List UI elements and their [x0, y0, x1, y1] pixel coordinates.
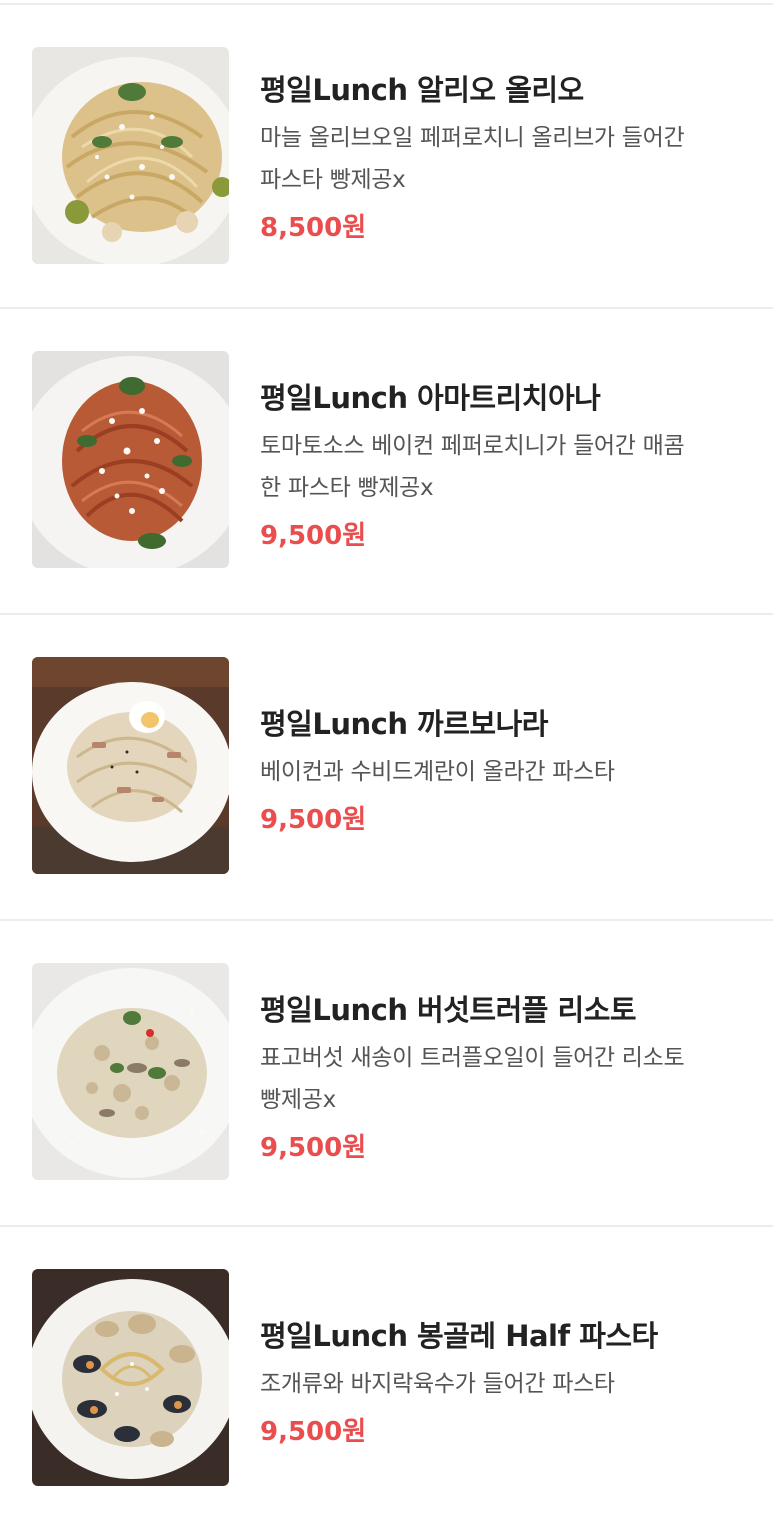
menu-item-description: 토마토소스 베이컨 페퍼로치니가 들어간 매콤 한 파스타 빵제공x: [260, 425, 740, 509]
menu-item-description-line: 토마토소스 베이컨 페퍼로치니가 들어간 매콤: [260, 433, 685, 459]
menu-item-description-line: 표고버섯 새송이 트러플오일이 들어간 리소토: [260, 1045, 685, 1071]
menu-item-price: 9,500원: [260, 1417, 367, 1447]
food-photo-vongole: [32, 1269, 229, 1486]
food-photo-carbonara: [32, 657, 229, 874]
menu-item-description-line: 한 파스타 빵제공x: [260, 475, 434, 501]
menu-item-description: 베이컨과 수비드계란이 올라간 파스타: [260, 751, 740, 793]
menu-item[interactable]: 평일Lunch 버섯트러플 리소토 표고버섯 새송이 트러플오일이 들어간 리소…: [0, 919, 773, 1225]
menu-item[interactable]: 평일Lunch 까르보나라 베이컨과 수비드계란이 올라간 파스타 9,500원: [0, 613, 773, 919]
menu-item[interactable]: 평일Lunch 봉골레 Half 파스타 조개류와 바지락육수가 들어간 파스타…: [0, 1225, 773, 1516]
food-photo-truffle-risotto: [32, 963, 229, 1180]
menu-item-description: 마늘 올리브오일 페퍼로치니 올리브가 들어간 파스타 빵제공x: [260, 117, 740, 201]
menu-item-price: 9,500원: [260, 805, 367, 835]
menu-item-price: 9,500원: [260, 1133, 367, 1163]
menu-item-price: 9,500원: [260, 521, 367, 551]
menu-item-title: 평일Lunch 봉골레 Half 파스타: [260, 1319, 658, 1353]
menu-item-title: 평일Lunch 아마트리치아나: [260, 381, 601, 415]
food-photo-aglio-olio: [32, 47, 229, 264]
menu-item[interactable]: 평일Lunch 알리오 올리오 마늘 올리브오일 페퍼로치니 올리브가 들어간 …: [0, 3, 773, 309]
menu-item[interactable]: 평일Lunch 아마트리치아나 토마토소스 베이컨 페퍼로치니가 들어간 매콤 …: [0, 307, 773, 613]
menu-list: 평일Lunch 알리오 올리오 마늘 올리브오일 페퍼로치니 올리브가 들어간 …: [0, 0, 773, 1516]
menu-item-price: 8,500원: [260, 213, 367, 243]
menu-item-description: 조개류와 바지락육수가 들어간 파스타: [260, 1363, 740, 1405]
menu-item-title: 평일Lunch 까르보나라: [260, 707, 548, 741]
food-photo-amatriciana: [32, 351, 229, 568]
menu-item-description-line: 베이컨과 수비드계란이 올라간 파스타: [260, 759, 615, 785]
menu-item-description-line: 빵제공x: [260, 1087, 336, 1113]
menu-item-title: 평일Lunch 알리오 올리오: [260, 73, 584, 107]
menu-item-title: 평일Lunch 버섯트러플 리소토: [260, 993, 637, 1027]
menu-item-description: 표고버섯 새송이 트러플오일이 들어간 리소토 빵제공x: [260, 1037, 740, 1121]
menu-item-description-line: 조개류와 바지락육수가 들어간 파스타: [260, 1371, 615, 1397]
menu-item-description-line: 파스타 빵제공x: [260, 167, 406, 193]
menu-item-description-line: 마늘 올리브오일 페퍼로치니 올리브가 들어간: [260, 125, 685, 151]
